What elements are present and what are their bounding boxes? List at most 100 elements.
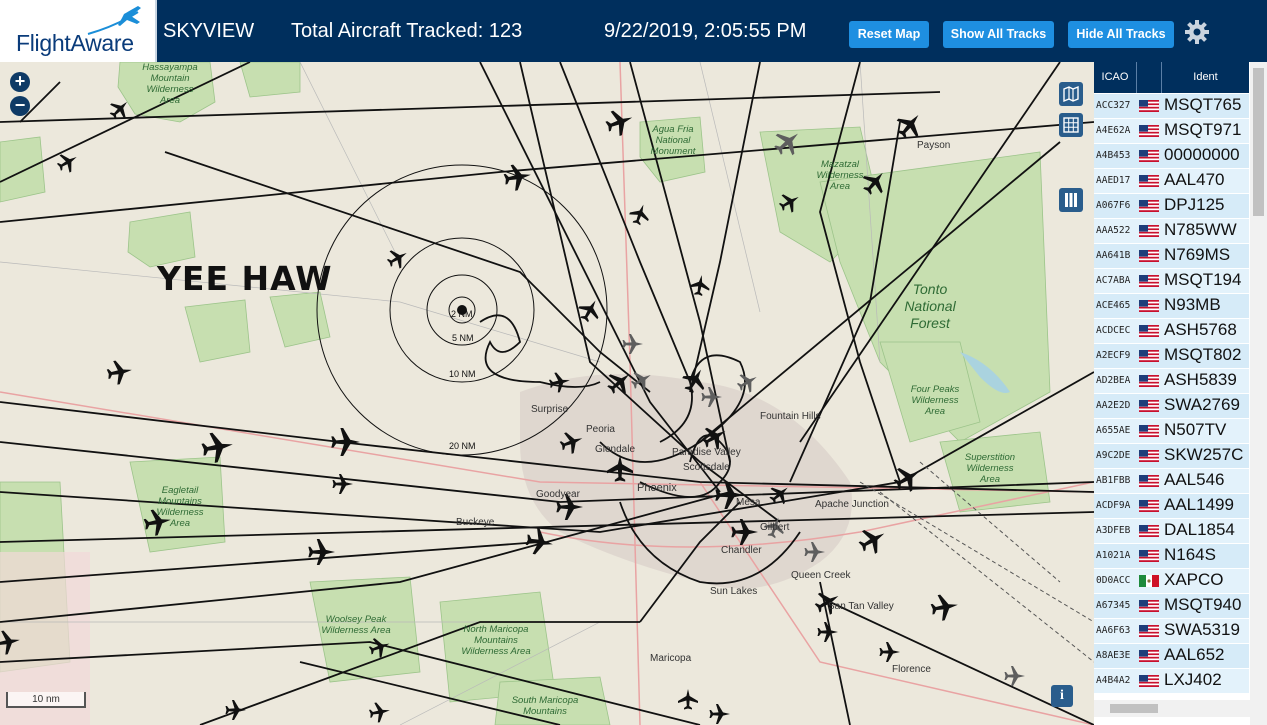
table-row[interactable]: A2ECF9 MSQT802 — [1094, 344, 1249, 369]
place-label: Goodyear — [536, 489, 580, 500]
table-row[interactable]: A9C2DE SKW257C — [1094, 444, 1249, 469]
aircraft-count: Total Aircraft Tracked: 123 — [291, 20, 523, 42]
scrollbar-thumb[interactable] — [1253, 68, 1264, 216]
table-row[interactable]: A067F6 DPJ125 — [1094, 194, 1249, 219]
place-label: Sun Lakes — [710, 586, 758, 597]
reset-map-button[interactable]: Reset Map — [849, 21, 929, 48]
place-label: Mesa — [736, 497, 761, 508]
us-flag-icon — [1139, 475, 1159, 487]
table-row[interactable]: AA6F63 SWA5319 — [1094, 619, 1249, 644]
icao-cell: A1021A — [1096, 550, 1131, 561]
table-row[interactable]: AC7ABA MSQT194 — [1094, 269, 1249, 294]
ident-cell: SKW257C — [1164, 445, 1244, 464]
top-bar: FlightAware SKYVIEW Total Aircraft Track… — [0, 0, 1267, 62]
place-label: Apache Junction — [815, 499, 889, 510]
zoom-in-button[interactable]: + — [10, 72, 30, 92]
table-row[interactable]: A1021A N164S — [1094, 544, 1249, 569]
area-label: Woolsey Peak Wilderness Area — [321, 614, 391, 636]
icao-cell: AAA522 — [1096, 225, 1131, 236]
table-row[interactable]: ACDCEC ASH5768 — [1094, 319, 1249, 344]
icao-cell: A4E62A — [1096, 125, 1131, 136]
ident-cell: DAL1854 — [1164, 520, 1235, 539]
icao-cell: A4B453 — [1096, 150, 1131, 161]
zoom-out-button[interactable]: − — [10, 96, 30, 116]
map-layer-icon — [1063, 85, 1079, 103]
place-label: Maricopa — [650, 653, 692, 664]
table-row[interactable]: ACDF9A AAL1499 — [1094, 494, 1249, 519]
us-flag-icon — [1139, 550, 1159, 562]
us-flag-icon — [1139, 250, 1159, 262]
map-view[interactable]: YEE HAW 2 NM 5 NM 10 NM 20 NM Surprise P… — [0, 62, 1094, 725]
column-header-icao[interactable]: ICAO — [1094, 62, 1136, 93]
table-row[interactable]: AD2BEA ASH5839 — [1094, 369, 1249, 394]
place-label: Chandler — [721, 545, 762, 556]
table-row[interactable]: AA641B N769MS — [1094, 244, 1249, 269]
table-row[interactable]: AAED17 AAL470 — [1094, 169, 1249, 194]
app-title: SKYVIEW — [163, 20, 255, 42]
ident-cell: MSQT194 — [1164, 270, 1242, 289]
table-row[interactable]: AA2E2D SWA2769 — [1094, 394, 1249, 419]
gear-icon[interactable] — [1184, 19, 1210, 45]
area-label: Four Peaks Wilderness Area — [910, 384, 960, 417]
icao-cell: A655AE — [1096, 425, 1131, 436]
us-flag-icon — [1139, 125, 1159, 137]
icao-cell: ACDCEC — [1096, 325, 1131, 336]
us-flag-icon — [1139, 375, 1159, 387]
table-row[interactable]: A655AE N507TV — [1094, 419, 1249, 444]
scale-bar: 10 nm — [6, 692, 86, 708]
show-all-tracks-button[interactable]: Show All Tracks — [943, 21, 1054, 48]
icao-cell: AA641B — [1096, 250, 1131, 261]
icao-cell: AC7ABA — [1096, 275, 1131, 286]
table-row[interactable]: ACC327 MSQT765 — [1094, 94, 1249, 119]
icao-cell: A067F6 — [1096, 200, 1131, 211]
table-row[interactable]: A4B453 00000000 — [1094, 144, 1249, 169]
area-label: North Maricopa Mountains Wilderness Area — [461, 624, 531, 657]
table-row[interactable]: AAA522 N785WW — [1094, 219, 1249, 244]
us-flag-icon — [1139, 300, 1159, 312]
place-label: Florence — [892, 664, 931, 675]
vertical-scrollbar[interactable] — [1250, 62, 1267, 725]
place-label: Paradise Valley — [672, 447, 741, 458]
range-ring-label: 5 NM — [452, 333, 474, 343]
area-label: Agua Fria National Monument — [650, 124, 696, 157]
icao-cell: 0D0ACC — [1096, 575, 1131, 586]
ident-cell: MSQT971 — [1164, 120, 1242, 139]
place-label: Surprise — [531, 404, 569, 415]
flightaware-logo[interactable]: FlightAware — [0, 0, 157, 62]
place-label: San Tan Valley — [828, 601, 894, 612]
place-label: Peoria — [586, 424, 615, 435]
column-header-flag[interactable] — [1136, 62, 1162, 93]
table-row[interactable]: A3DFEB DAL1854 — [1094, 519, 1249, 544]
ident-cell: SWA2769 — [1164, 395, 1240, 414]
table-row[interactable]: 0D0ACC XAPCO — [1094, 569, 1249, 594]
icao-cell: AB1FBB — [1096, 475, 1131, 486]
us-flag-icon — [1139, 675, 1159, 687]
map-layer-button[interactable] — [1059, 82, 1083, 106]
us-flag-icon — [1139, 525, 1159, 537]
table-row[interactable]: A4E62A MSQT971 — [1094, 119, 1249, 144]
ident-cell: ASH5768 — [1164, 320, 1237, 339]
us-flag-icon — [1139, 225, 1159, 237]
toggle-table-button[interactable] — [1059, 188, 1083, 212]
ident-cell: MSQT765 — [1164, 95, 1242, 114]
grid-button[interactable] — [1059, 113, 1083, 137]
us-flag-icon — [1139, 600, 1159, 612]
us-flag-icon — [1139, 275, 1159, 287]
table-row[interactable]: ACE465 N93MB — [1094, 294, 1249, 319]
us-flag-icon — [1139, 325, 1159, 337]
place-label: Glendale — [595, 444, 636, 455]
hide-all-tracks-button[interactable]: Hide All Tracks — [1068, 21, 1174, 48]
scrollbar-thumb[interactable] — [1110, 704, 1158, 713]
us-flag-icon — [1139, 100, 1159, 112]
mx-flag-icon — [1139, 575, 1159, 587]
range-ring-label: 20 NM — [449, 441, 476, 451]
table-row[interactable]: A8AE3E AAL652 — [1094, 644, 1249, 669]
table-row[interactable]: A67345 MSQT940 — [1094, 594, 1249, 619]
place-label: Payson — [917, 140, 951, 151]
horizontal-scrollbar[interactable] — [1094, 700, 1250, 717]
icao-cell: A2ECF9 — [1096, 350, 1131, 361]
table-row[interactable]: AB1FBB AAL546 — [1094, 469, 1249, 494]
column-header-ident[interactable]: Ident — [1162, 62, 1249, 93]
info-button[interactable]: i — [1051, 685, 1073, 707]
table-row[interactable]: A4B4A2 LXJ402 — [1094, 669, 1249, 694]
